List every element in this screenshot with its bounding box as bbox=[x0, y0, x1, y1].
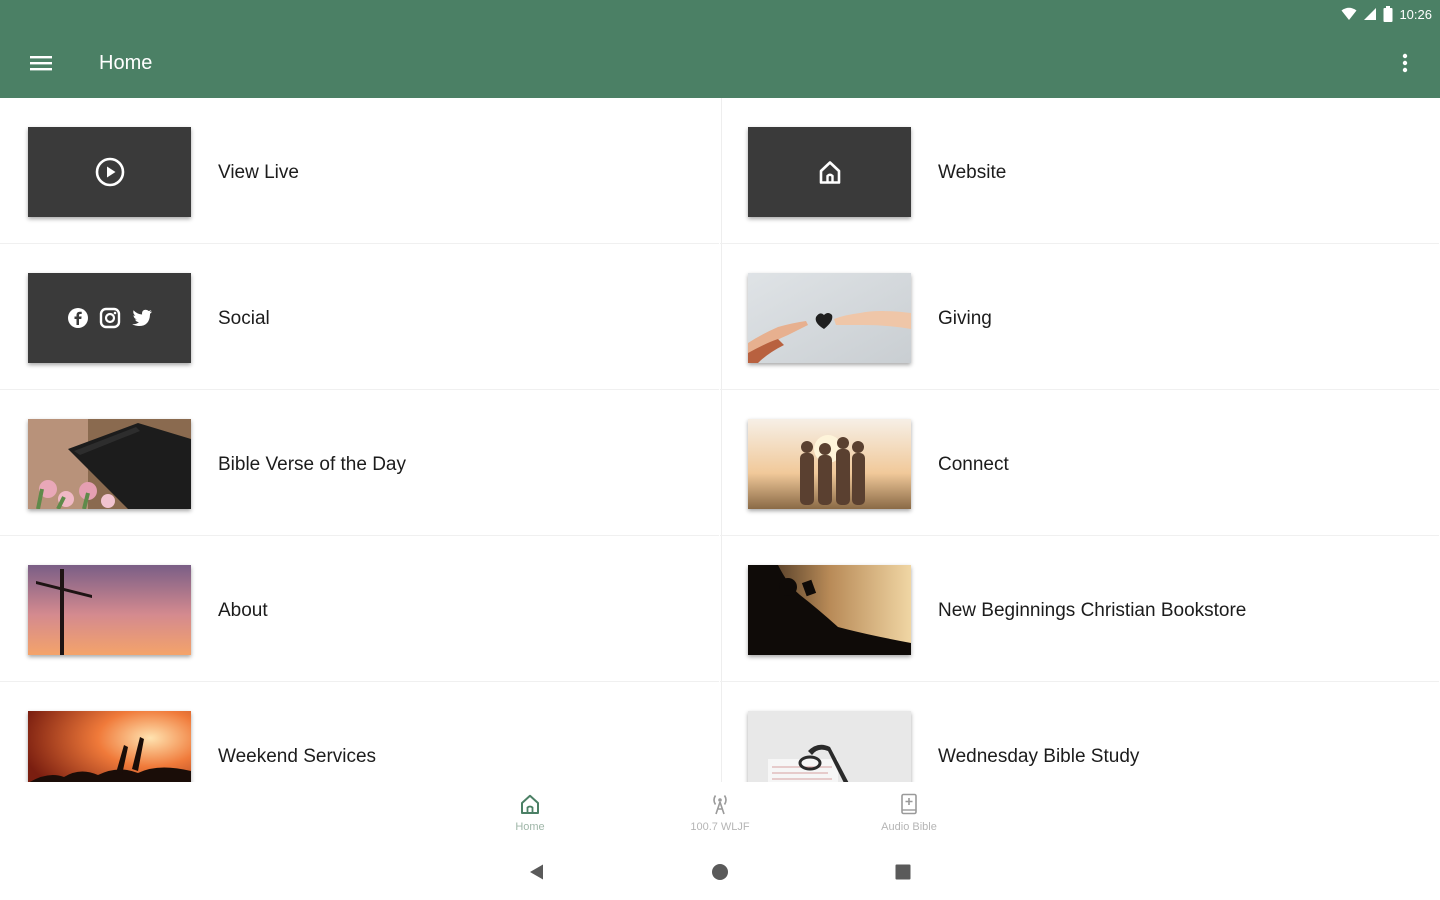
top-bar: 10:26 Home bbox=[0, 0, 1440, 98]
nav-radio-label: 100.7 WLJF bbox=[690, 821, 750, 833]
facebook-icon bbox=[67, 308, 88, 328]
radio-tower-icon bbox=[713, 795, 727, 815]
home-system-button[interactable] bbox=[710, 862, 730, 882]
tile-connect[interactable]: Connect bbox=[720, 390, 1439, 536]
status-bar: 10:26 bbox=[1341, 4, 1432, 24]
hamburger-icon bbox=[30, 56, 52, 71]
tile-thumbnail bbox=[28, 273, 191, 363]
back-triangle-icon bbox=[530, 864, 543, 880]
signal-icon bbox=[1363, 7, 1377, 21]
tile-label: View Live bbox=[218, 162, 299, 183]
tile-website[interactable]: Website bbox=[720, 98, 1439, 244]
app-bar: Home bbox=[0, 28, 1440, 98]
tile-bible-verse[interactable]: Bible Verse of the Day bbox=[0, 390, 719, 536]
tile-label: Connect bbox=[938, 454, 1009, 475]
status-time: 10:26 bbox=[1399, 6, 1432, 22]
nav-home-label: Home bbox=[515, 821, 545, 833]
menu-button[interactable] bbox=[28, 50, 54, 76]
nav-audio-bible-label: Audio Bible bbox=[881, 821, 937, 833]
home-circle-icon bbox=[712, 864, 728, 880]
bottom-navigation: Home 100.7 WLJF Audio Bible bbox=[0, 782, 1440, 842]
tile-grid: View Live Website Social Giving Bible Ve… bbox=[0, 98, 1440, 782]
tile-label: Social bbox=[218, 308, 270, 329]
tile-weekend-services[interactable]: Weekend Services bbox=[0, 682, 719, 782]
page-title: Home bbox=[99, 52, 153, 74]
tile-view-live[interactable]: View Live bbox=[0, 98, 719, 244]
bible-study-photo bbox=[748, 711, 911, 782]
home-icon bbox=[819, 161, 840, 184]
tile-about[interactable]: About bbox=[0, 536, 719, 682]
recents-square-icon bbox=[895, 864, 911, 880]
tile-label: Weekend Services bbox=[218, 746, 377, 767]
system-navigation bbox=[0, 842, 1440, 900]
bible-verse-photo bbox=[28, 419, 191, 509]
more-vert-icon bbox=[1402, 53, 1408, 73]
tile-label: Wednesday Bible Study bbox=[938, 746, 1140, 767]
bookstore-photo bbox=[748, 565, 911, 655]
home-icon bbox=[521, 794, 539, 814]
tile-giving[interactable]: Giving bbox=[720, 244, 1439, 390]
tile-label: Bible Verse of the Day bbox=[218, 454, 406, 475]
nav-audio-bible[interactable]: Audio Bible bbox=[849, 792, 969, 840]
tile-label: New Beginnings Christian Bookstore bbox=[938, 600, 1247, 621]
tile-wednesday-bible-study[interactable]: Wednesday Bible Study bbox=[720, 682, 1439, 782]
nav-radio[interactable]: 100.7 WLJF bbox=[660, 792, 780, 840]
about-photo bbox=[28, 565, 191, 655]
back-button[interactable] bbox=[527, 862, 547, 882]
play-circle-icon bbox=[95, 157, 124, 187]
tile-thumbnail bbox=[748, 127, 911, 217]
weekend-services-photo bbox=[28, 711, 191, 782]
tile-social[interactable]: Social bbox=[0, 244, 719, 390]
tile-label: About bbox=[218, 600, 268, 621]
recents-button[interactable] bbox=[893, 862, 913, 882]
nav-home[interactable]: Home bbox=[470, 792, 590, 840]
wifi-icon bbox=[1341, 7, 1357, 21]
tile-thumbnail bbox=[28, 127, 191, 217]
overflow-menu-button[interactable] bbox=[1392, 50, 1418, 76]
bible-plus-icon bbox=[901, 793, 917, 815]
twitter-icon bbox=[131, 309, 152, 326]
tile-label: Giving bbox=[938, 308, 992, 329]
giving-photo bbox=[748, 273, 911, 363]
connect-photo bbox=[748, 419, 911, 509]
tile-label: Website bbox=[938, 162, 1007, 183]
tile-bookstore[interactable]: New Beginnings Christian Bookstore bbox=[720, 536, 1439, 682]
instagram-icon bbox=[99, 307, 120, 329]
battery-icon bbox=[1383, 6, 1393, 22]
